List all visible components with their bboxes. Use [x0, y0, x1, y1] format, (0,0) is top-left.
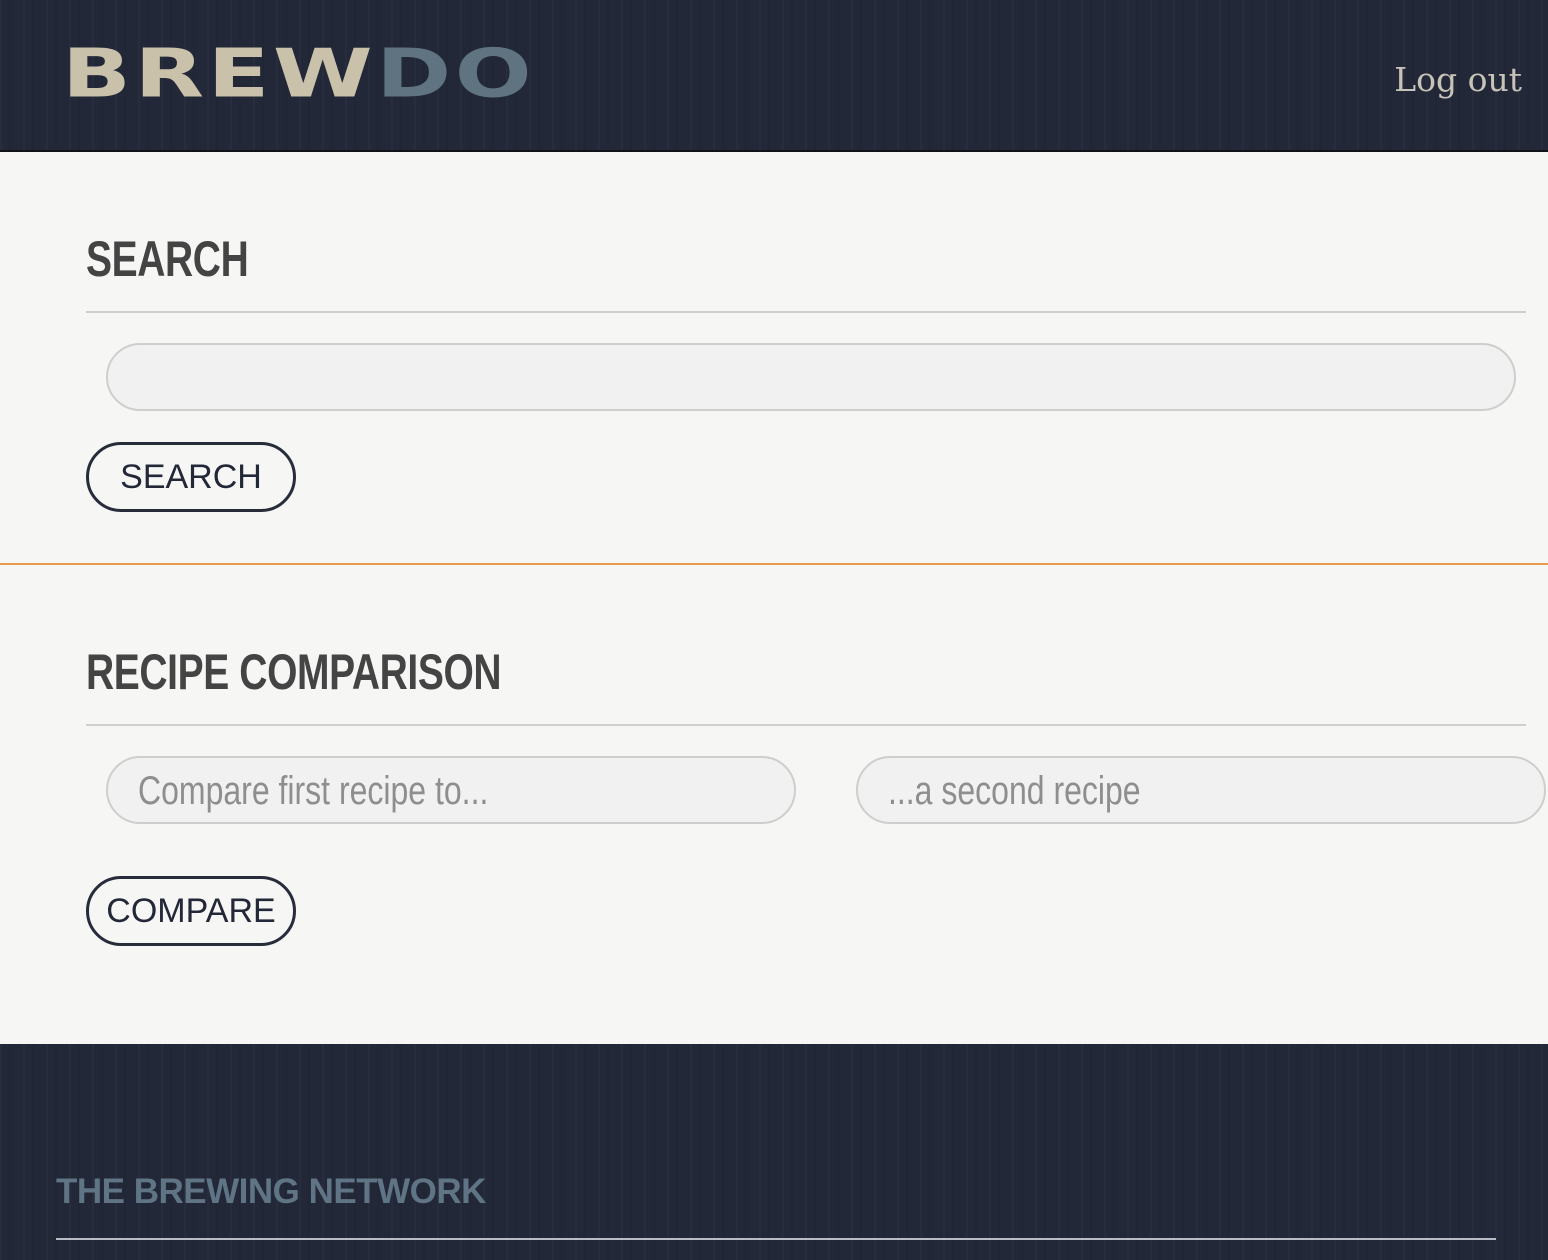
logo-text-do: DO	[376, 35, 536, 113]
search-button[interactable]: SEARCH	[86, 442, 296, 512]
site-footer: THE BREWING NETWORK	[0, 1044, 1548, 1260]
search-input[interactable]	[106, 343, 1516, 411]
search-heading: SEARCH	[86, 231, 249, 287]
first-recipe-input[interactable]: Compare first recipe to...	[106, 756, 796, 824]
footer-title: THE BREWING NETWORK	[56, 1172, 486, 1211]
search-section: SEARCH SEARCH	[0, 152, 1548, 563]
brewdo-logo[interactable]: BREWDO	[62, 40, 535, 109]
comparison-divider	[86, 724, 1526, 726]
first-recipe-placeholder: Compare first recipe to...	[138, 769, 489, 813]
logo-text-brew: BREW	[62, 35, 377, 113]
recipe-comparison-section: RECIPE COMPARISON Compare first recipe t…	[0, 563, 1548, 1044]
compare-button[interactable]: COMPARE	[86, 876, 296, 946]
search-divider	[86, 311, 1526, 313]
logout-link[interactable]: Log out	[1394, 60, 1522, 99]
second-recipe-input[interactable]: ...a second recipe	[856, 756, 1546, 824]
footer-divider	[56, 1238, 1496, 1240]
second-recipe-placeholder: ...a second recipe	[888, 769, 1141, 813]
recipe-comparison-heading: RECIPE COMPARISON	[86, 644, 502, 700]
site-header: BREWDO Log out	[0, 0, 1548, 152]
